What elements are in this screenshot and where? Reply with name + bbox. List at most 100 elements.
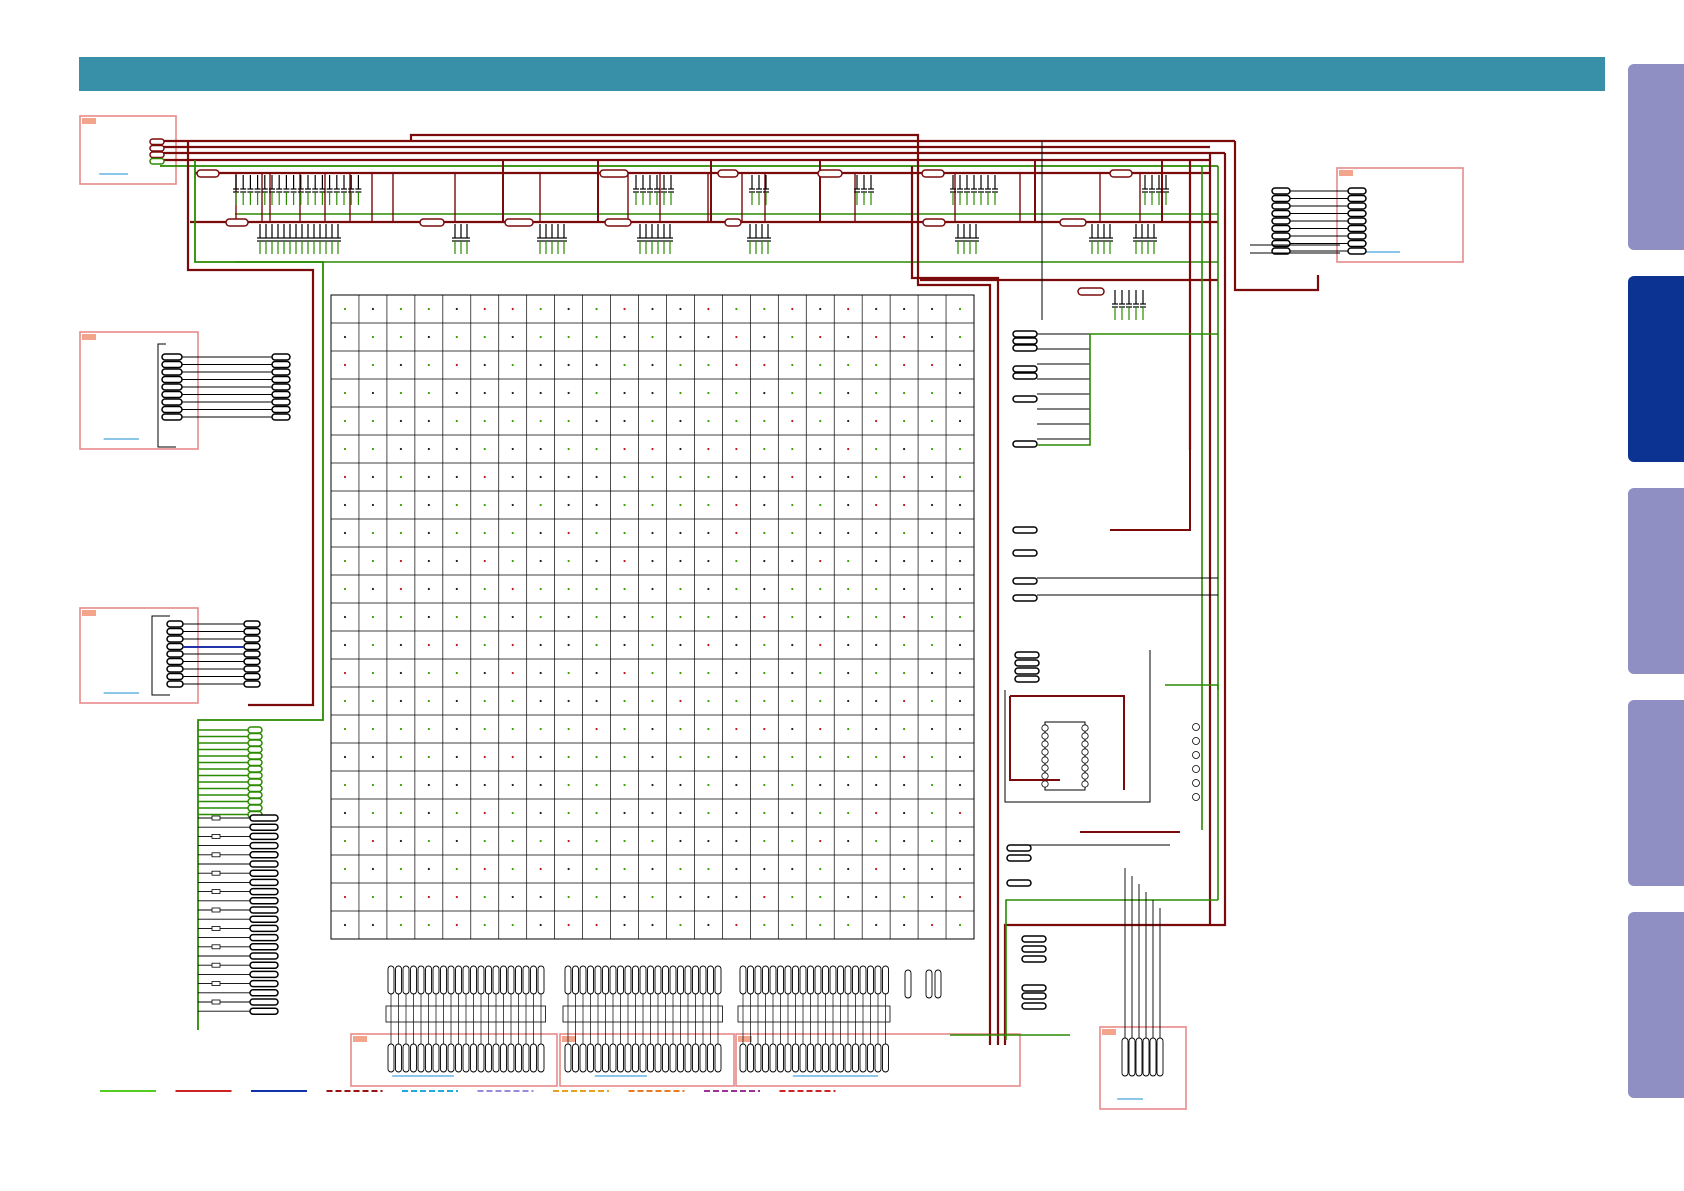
resistor — [211, 870, 221, 876]
bottom-pin — [822, 965, 829, 995]
ball-pin — [875, 783, 878, 787]
ball-pin — [847, 727, 850, 731]
connector-pin — [1347, 217, 1367, 225]
ball-pin — [958, 867, 962, 871]
ic-pin — [1081, 780, 1089, 788]
ball-pin — [651, 727, 654, 731]
bottom-pin — [662, 965, 669, 995]
ball-pin — [399, 867, 402, 871]
ball-pin — [343, 895, 347, 899]
bottom-pin — [470, 965, 477, 995]
ball-pin — [539, 867, 542, 871]
connector-pin — [1271, 232, 1291, 240]
ball-pin — [930, 671, 934, 675]
ball-pin — [763, 475, 766, 479]
ball-pin — [371, 895, 375, 899]
ball-pin — [958, 671, 962, 675]
ball-pin — [343, 587, 347, 591]
green-return — [1037, 334, 1091, 446]
ball-pin — [567, 867, 570, 871]
ball-pin — [930, 615, 934, 619]
red-drop-3 — [1003, 153, 1227, 1045]
ball-pin — [399, 895, 402, 899]
signal-label — [1012, 365, 1038, 373]
ball-pin — [623, 559, 626, 563]
ball-pin — [595, 335, 598, 339]
ball-pin — [455, 559, 458, 563]
side-tab-2[interactable] — [1628, 276, 1684, 462]
bottom-pin — [447, 965, 455, 995]
bottom-pin — [639, 1043, 647, 1073]
ball-pin — [399, 335, 402, 339]
ball-pin — [847, 419, 850, 423]
ball-pin — [819, 475, 822, 479]
ball-pin — [483, 699, 486, 703]
bottom-pin — [432, 1043, 440, 1073]
ball-pin — [958, 559, 962, 563]
resistor — [211, 926, 221, 931]
ball-pin — [623, 839, 626, 843]
ball-pin — [763, 419, 766, 423]
side-tab-3[interactable] — [1628, 488, 1684, 674]
bottom-pin — [537, 965, 545, 995]
ball-pin — [735, 923, 738, 927]
ball-pin — [735, 643, 738, 647]
bottom-pin — [799, 965, 807, 995]
bottom-pin — [867, 965, 874, 995]
ball-pin — [595, 419, 598, 423]
ball-pin — [930, 867, 934, 871]
ball-pin — [903, 699, 906, 703]
bottom-pin — [859, 1043, 867, 1073]
ball-pin — [511, 755, 514, 759]
bottom-pin — [417, 965, 425, 995]
bottom-pin — [882, 1043, 889, 1073]
signal-label — [1021, 935, 1047, 943]
ball-pin — [483, 475, 486, 479]
net-label — [249, 933, 279, 942]
ball-pin — [791, 335, 794, 339]
ball-pin — [875, 615, 878, 619]
ball-pin — [343, 475, 347, 479]
ball-pin — [651, 867, 654, 871]
signal-label — [1012, 577, 1038, 585]
ball-pin — [511, 475, 514, 479]
ball-pin — [679, 307, 682, 311]
ball-pin — [735, 783, 738, 787]
ball-pin — [567, 839, 570, 843]
net-label — [249, 851, 279, 859]
ball-pin — [847, 783, 850, 787]
ball-pin — [903, 307, 906, 311]
ball-pin — [679, 643, 682, 647]
resistor — [211, 962, 221, 968]
side-tab-4[interactable] — [1628, 700, 1684, 886]
signal-label — [1012, 395, 1038, 403]
green-net-label — [247, 726, 263, 734]
ball-pin — [819, 643, 822, 647]
schematic-diagram — [79, 115, 1464, 1110]
resistor — [211, 944, 221, 950]
resistor-array — [737, 1005, 891, 1023]
signal-label — [1006, 854, 1032, 862]
ball-pin — [791, 363, 794, 367]
net-label — [249, 887, 279, 896]
ball-pin — [735, 839, 738, 843]
ic-pin — [1041, 740, 1049, 748]
side-tab-1[interactable] — [1628, 64, 1684, 250]
ball-pin — [371, 307, 375, 311]
ball-pin — [847, 587, 850, 591]
bottom-pin — [425, 1043, 432, 1073]
ball-pin — [679, 615, 682, 619]
side-tab-5[interactable] — [1628, 912, 1684, 1098]
connector-pin — [1347, 187, 1367, 195]
ball-pin — [735, 419, 738, 423]
ball-pin — [343, 923, 347, 927]
bottom-pin — [387, 965, 395, 995]
ball-pin — [511, 391, 514, 395]
ball-pin — [427, 671, 430, 675]
ball-pin — [511, 699, 514, 703]
ball-pin — [819, 615, 822, 619]
ball-pin — [930, 727, 934, 731]
signal-label — [1021, 992, 1047, 1000]
ball-pin — [679, 839, 682, 843]
connector-block-8-tag — [1102, 1029, 1116, 1035]
